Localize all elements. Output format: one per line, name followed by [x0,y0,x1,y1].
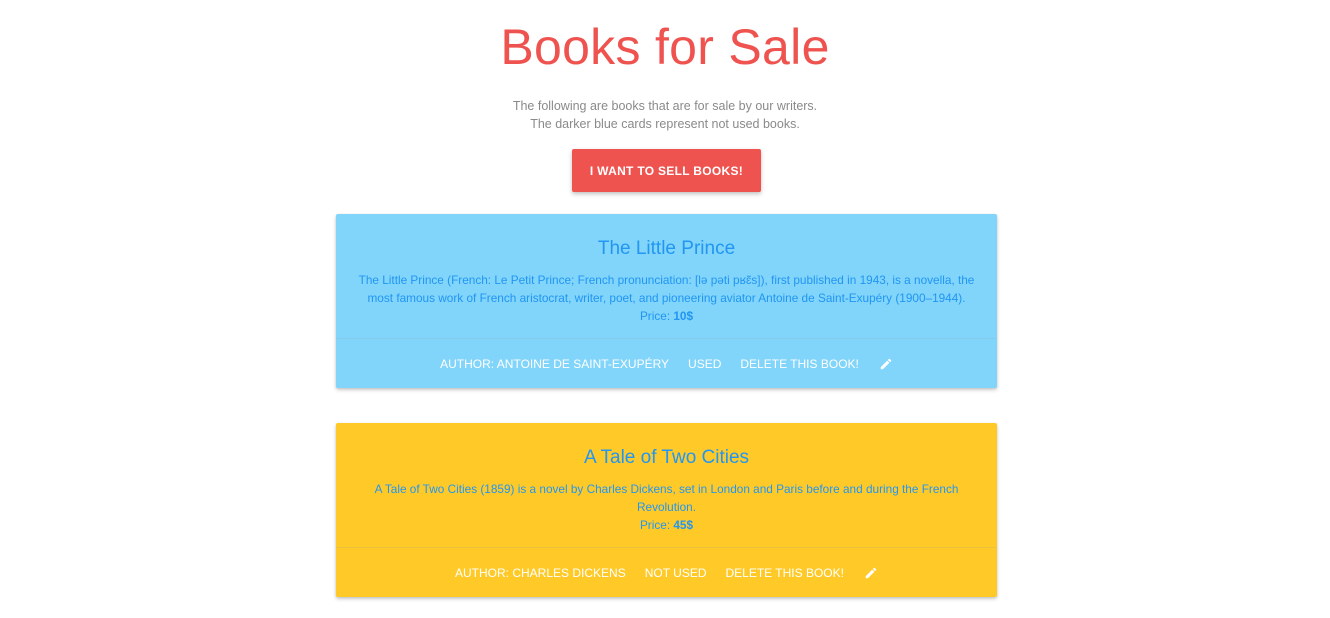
book-title: A Tale of Two Cities [583,447,750,468]
pencil-icon[interactable] [864,566,878,580]
price-value: 45$ [673,518,694,532]
book-description: A Tale of Two Cities (1859) is a novel b… [374,482,959,514]
condition-link[interactable]: NOT USED [645,566,707,580]
intro-text: The following are books that are for sal… [0,97,1330,133]
author-link[interactable]: AUTHOR: CHARLES DICKENS [455,566,626,580]
delete-book-link[interactable]: DELETE THIS BOOK! [726,566,844,580]
price-label: Price: [639,309,671,323]
card-actions: AUTHOR: CHARLES DICKENS NOT USED DELETE … [336,547,997,597]
page-title: Books for Sale [500,19,830,75]
book-price: Price: 45$ [356,516,977,534]
card-actions: AUTHOR: ANTOINE DE SAINT-EXUPÉRY USED DE… [336,338,997,388]
pencil-icon[interactable] [879,357,893,371]
intro-line-1: The following are books that are for sal… [512,99,818,113]
book-title: The Little Prince [597,238,736,259]
book-description: The Little Prince (French: Le Petit Prin… [358,273,975,305]
sell-books-button[interactable]: I WANT TO SELL BOOKS! [572,149,761,192]
intro-line-2: The darker blue cards represent not used… [530,117,800,131]
book-price: Price: 10$ [356,307,977,325]
book-card-little-prince: The Little Prince The Little Prince (Fre… [336,214,997,388]
card-content: The Little Prince The Little Prince (Fre… [336,214,997,325]
card-content: A Tale of Two Cities A Tale of Two Citie… [336,423,997,534]
book-card-tale-of-two-cities: A Tale of Two Cities A Tale of Two Citie… [336,423,997,597]
price-value: 10$ [673,309,694,323]
condition-link[interactable]: USED [688,357,721,371]
author-link[interactable]: AUTHOR: ANTOINE DE SAINT-EXUPÉRY [440,357,669,371]
delete-book-link[interactable]: DELETE THIS BOOK! [740,357,858,371]
price-label: Price: [639,518,671,532]
